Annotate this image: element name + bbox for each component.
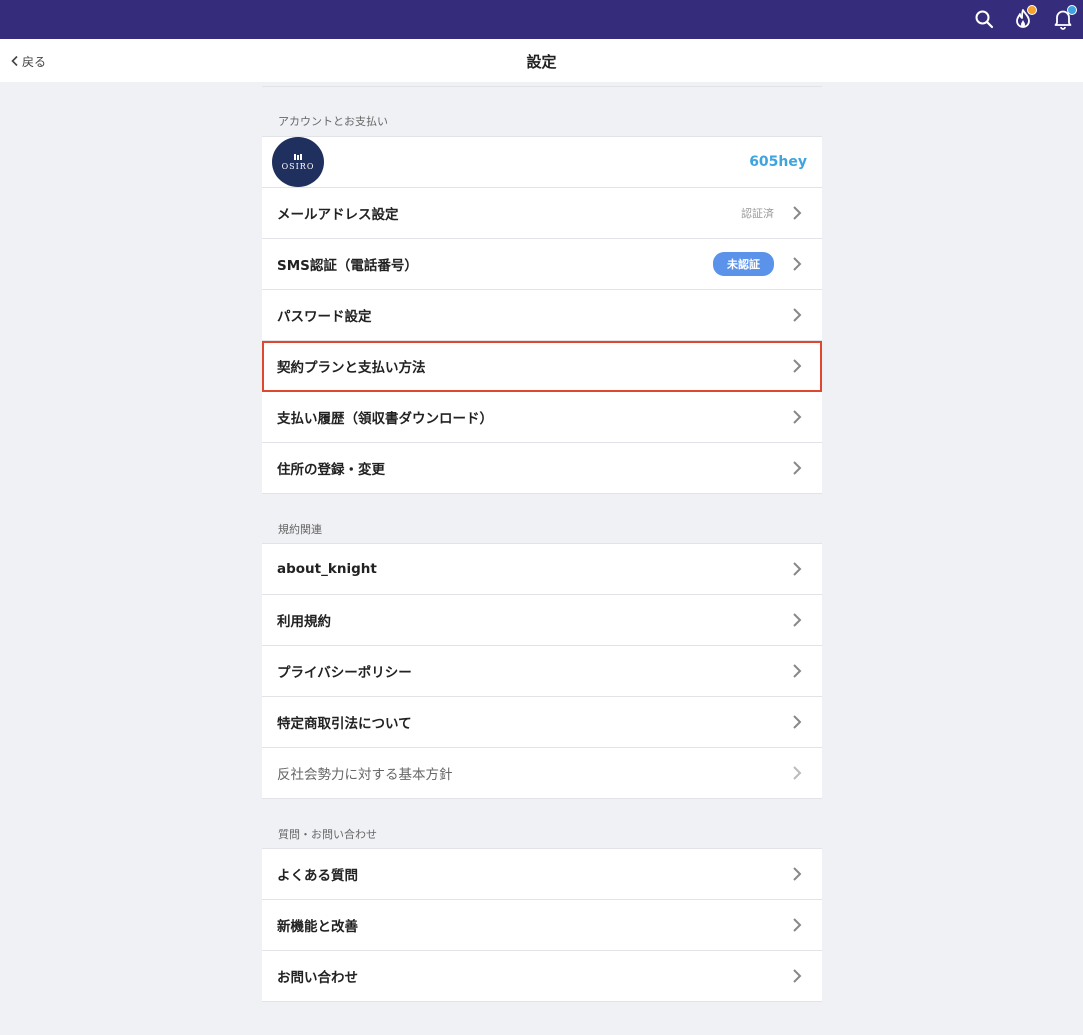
email-status: 認証済 xyxy=(741,207,774,220)
avatar-brand: OSIRO xyxy=(281,161,315,171)
about-knight-label: about_knight xyxy=(277,561,377,577)
chevron-right-icon xyxy=(792,714,802,730)
chevron-right-icon xyxy=(792,358,802,374)
chevron-right-icon xyxy=(792,307,802,323)
bell-notification-dot xyxy=(1067,5,1077,15)
fire-icon[interactable] xyxy=(1010,5,1037,32)
privacy-policy-row[interactable]: プライバシーポリシー xyxy=(262,646,822,697)
contact-label: お問い合わせ xyxy=(277,970,358,986)
settings-panel: アカウントとお支払い OSIRO 605hey メールアドレス設定 認証済 SM… xyxy=(262,82,822,1002)
payment-history-label: 支払い履歴（領収書ダウンロード） xyxy=(277,411,493,427)
username: 605hey xyxy=(749,154,807,170)
chevron-right-icon xyxy=(792,205,802,221)
account-list: OSIRO 605hey メールアドレス設定 認証済 SMS認証（電話番号） 未… xyxy=(262,136,822,494)
avatar: OSIRO xyxy=(272,137,324,187)
about-knight-row[interactable]: about_knight xyxy=(262,544,822,595)
sms-verification-row[interactable]: SMS認証（電話番号） 未認証 xyxy=(262,239,822,290)
sms-verification-label: SMS認証（電話番号） xyxy=(277,258,418,274)
top-bar xyxy=(0,0,1083,39)
faq-row[interactable]: よくある質問 xyxy=(262,849,822,900)
commercial-transactions-row[interactable]: 特定商取引法について xyxy=(262,697,822,748)
contact-row[interactable]: お問い合わせ xyxy=(262,951,822,1002)
chevron-right-icon xyxy=(792,256,802,272)
chevron-right-icon xyxy=(792,460,802,476)
chevron-right-icon xyxy=(792,663,802,679)
chevron-right-icon xyxy=(792,765,802,781)
section-header-account: アカウントとお支払い xyxy=(278,115,388,128)
password-settings-row[interactable]: パスワード設定 xyxy=(262,290,822,341)
terms-of-service-row[interactable]: 利用規約 xyxy=(262,595,822,646)
chevron-right-icon xyxy=(792,917,802,933)
bell-icon[interactable] xyxy=(1050,5,1077,32)
profile-row[interactable]: OSIRO 605hey xyxy=(262,137,822,188)
plan-and-payment-row[interactable]: 契約プランと支払い方法 xyxy=(262,341,822,392)
email-settings-row[interactable]: メールアドレス設定 認証済 xyxy=(262,188,822,239)
address-row[interactable]: 住所の登録・変更 xyxy=(262,443,822,494)
antisocial-policy-row[interactable]: 反社会勢力に対する基本方針 xyxy=(262,748,822,799)
faq-label: よくある質問 xyxy=(277,868,358,884)
navigation-bar: 戻る 設定 xyxy=(0,39,1083,82)
antisocial-policy-label: 反社会勢力に対する基本方針 xyxy=(277,767,453,783)
address-label: 住所の登録・変更 xyxy=(277,462,385,478)
section-header-terms: 規約関連 xyxy=(278,523,322,536)
search-icon[interactable] xyxy=(971,6,997,32)
commercial-transactions-label: 特定商取引法について xyxy=(277,716,412,732)
support-list: よくある質問 新機能と改善 お問い合わせ xyxy=(262,848,822,1002)
section-header-support: 質問・お問い合わせ xyxy=(278,828,377,841)
chevron-right-icon xyxy=(792,866,802,882)
castle-icon xyxy=(294,153,302,160)
chevron-right-icon xyxy=(792,561,802,577)
status-badge: 未認証 xyxy=(713,252,774,276)
password-settings-label: パスワード設定 xyxy=(277,309,372,325)
new-features-label: 新機能と改善 xyxy=(277,919,358,935)
plan-and-payment-label: 契約プランと支払い方法 xyxy=(277,360,426,376)
page-title: 設定 xyxy=(526,53,557,71)
fire-notification-dot xyxy=(1027,5,1037,15)
chevron-right-icon xyxy=(792,968,802,984)
payment-history-row[interactable]: 支払い履歴（領収書ダウンロード） xyxy=(262,392,822,443)
email-settings-label: メールアドレス設定 xyxy=(277,207,399,223)
terms-of-service-label: 利用規約 xyxy=(277,614,331,630)
new-features-row[interactable]: 新機能と改善 xyxy=(262,900,822,951)
terms-list: about_knight 利用規約 プライバシーポリシー 特定商取引法について … xyxy=(262,543,822,799)
chevron-right-icon xyxy=(792,409,802,425)
chevron-right-icon xyxy=(792,612,802,628)
privacy-policy-label: プライバシーポリシー xyxy=(277,665,412,681)
